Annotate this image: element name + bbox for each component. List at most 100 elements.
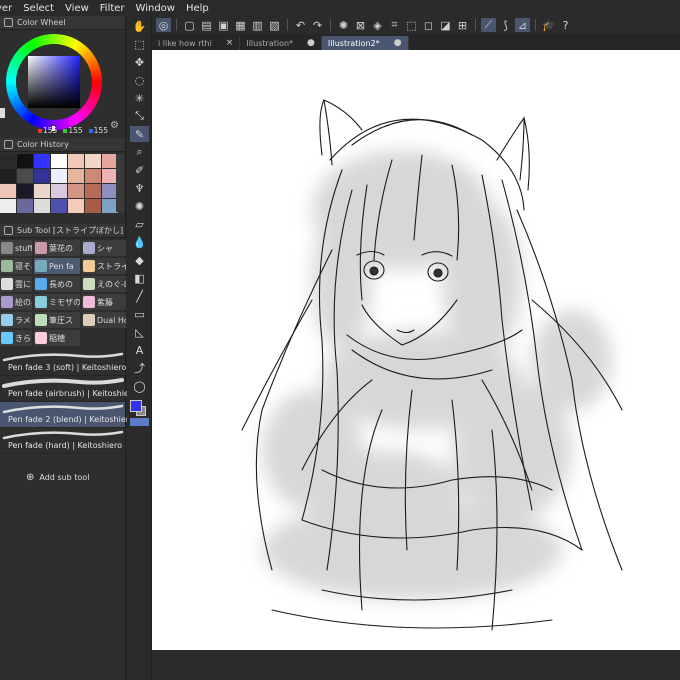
sub-tool-item[interactable]: 稲穂 bbox=[34, 330, 80, 346]
color-history-swatch[interactable] bbox=[34, 169, 50, 183]
color-history-swatch[interactable] bbox=[17, 169, 33, 183]
app-icon[interactable]: ◎ bbox=[156, 18, 171, 32]
loading-icon[interactable]: ✺ bbox=[336, 18, 351, 32]
sub-tool-item[interactable]: ラメ bbox=[0, 312, 32, 328]
unsaved-icon[interactable]: ● bbox=[394, 38, 402, 48]
lasso-icon[interactable]: ◌ bbox=[130, 72, 149, 88]
menu-help[interactable]: Help bbox=[186, 3, 220, 14]
sub-tool-item[interactable]: ストライ bbox=[82, 258, 126, 274]
brush-item[interactable]: Pen fade (hard) | Keitoshiero bbox=[0, 428, 125, 454]
decoration-icon[interactable]: ✺ bbox=[130, 198, 149, 214]
figure-icon[interactable]: ╱ bbox=[130, 288, 149, 304]
color-history-swatch[interactable] bbox=[17, 184, 33, 198]
color-history-swatch[interactable] bbox=[34, 184, 50, 198]
sub-tool-item[interactable]: 筆圧ス bbox=[34, 312, 80, 328]
menu-filter[interactable]: Filter bbox=[100, 3, 136, 14]
sub-tool-item[interactable]: 絵の具 bbox=[0, 294, 32, 310]
ruler-icon[interactable]: ◺ bbox=[130, 324, 149, 340]
color-history-swatch[interactable] bbox=[34, 199, 50, 213]
color-mode-icon[interactable] bbox=[130, 418, 149, 426]
color-settings-icon[interactable]: ⚙ bbox=[110, 120, 119, 131]
green-value[interactable]: 155 bbox=[68, 126, 82, 135]
text-icon[interactable]: A bbox=[130, 342, 149, 358]
invert-icon[interactable]: ◪ bbox=[438, 18, 453, 32]
blend-icon[interactable]: 💧 bbox=[130, 234, 149, 250]
color-history-swatch[interactable] bbox=[68, 199, 84, 213]
color-history-swatch[interactable] bbox=[0, 154, 16, 168]
move-icon[interactable]: ✥ bbox=[130, 54, 149, 70]
menu-select[interactable]: Select bbox=[23, 3, 65, 14]
learn-icon[interactable]: 🎓 bbox=[541, 18, 556, 32]
snap-ruler-icon[interactable]: ⟋ bbox=[481, 18, 496, 32]
sub-tool-item[interactable] bbox=[82, 330, 126, 346]
color-history-swatch[interactable] bbox=[68, 154, 84, 168]
sub-tool-item[interactable]: 雲にじ bbox=[0, 276, 32, 292]
red-value[interactable]: 155 bbox=[43, 126, 57, 135]
new-file-icon[interactable]: ▢ bbox=[182, 18, 197, 32]
balloon-icon[interactable]: ◯ bbox=[130, 378, 149, 394]
frame-icon[interactable]: ▭ bbox=[130, 306, 149, 322]
color-history-swatch[interactable] bbox=[85, 199, 101, 213]
tab-1[interactable]: i like how rthi × bbox=[152, 36, 241, 50]
color-history-swatch[interactable] bbox=[68, 184, 84, 198]
color-history-swatch[interactable] bbox=[17, 154, 33, 168]
pen-icon[interactable]: ✎ bbox=[130, 126, 149, 142]
sub-tool-item[interactable]: シャ bbox=[82, 240, 126, 256]
sub-tool-item[interactable]: 葉花の bbox=[34, 240, 80, 256]
correct-line-icon[interactable]: ⤴ bbox=[130, 360, 149, 376]
color-history-swatch[interactable] bbox=[51, 169, 67, 183]
sub-tool-item[interactable]: Pen fa bbox=[34, 258, 80, 274]
menu-window[interactable]: Window bbox=[136, 3, 186, 14]
color-history-swatch[interactable] bbox=[0, 199, 16, 213]
color-history-swatch[interactable] bbox=[68, 169, 84, 183]
open-folder-icon[interactable]: ▤ bbox=[199, 18, 214, 32]
brush-tool-icon[interactable]: ♆ bbox=[130, 180, 149, 196]
hand-icon[interactable]: ✋ bbox=[130, 18, 149, 34]
snap-grid-icon[interactable]: ⊿ bbox=[515, 18, 530, 32]
color-history-swatch[interactable] bbox=[85, 184, 101, 198]
sub-tool-item[interactable]: ミモザの bbox=[34, 294, 80, 310]
transform-icon[interactable]: ⊞ bbox=[455, 18, 470, 32]
sub-tool-item[interactable]: 寝そべ bbox=[0, 258, 32, 274]
color-history-swatch[interactable] bbox=[51, 199, 67, 213]
eraser-icon[interactable]: ▱ bbox=[130, 216, 149, 232]
color-history-swatch[interactable] bbox=[51, 154, 67, 168]
fill-selection-icon[interactable]: ◈ bbox=[370, 18, 385, 32]
save-icon[interactable]: ▣ bbox=[216, 18, 231, 32]
menu-view[interactable]: View bbox=[65, 3, 100, 14]
fill-icon[interactable]: ◆ bbox=[130, 252, 149, 268]
close-icon[interactable]: × bbox=[226, 38, 234, 48]
color-history-swatch[interactable] bbox=[0, 184, 16, 198]
main-color-chip[interactable] bbox=[130, 400, 142, 412]
snap-special-icon[interactable]: ⟆ bbox=[498, 18, 513, 32]
blue-value[interactable]: 155 bbox=[94, 126, 108, 135]
help-icon[interactable]: ? bbox=[558, 18, 573, 32]
color-history-swatch[interactable] bbox=[17, 199, 33, 213]
eyedropper-icon[interactable]: ⤡ bbox=[130, 108, 149, 124]
color-history-swatch[interactable] bbox=[51, 184, 67, 198]
brush-item[interactable]: Pen fade 3 (soft) | Keitoshiero bbox=[0, 350, 126, 376]
add-sub-tool-button[interactable]: ⊕ Add sub tool bbox=[0, 472, 125, 483]
zoom-icon[interactable]: ⌕ bbox=[130, 144, 149, 160]
selection-icon[interactable]: ⬚ bbox=[404, 18, 419, 32]
brush-item[interactable]: Pen fade 2 (blend) | Keitoshiero bbox=[0, 402, 134, 428]
sub-tool-item[interactable]: Dual Ho bbox=[82, 312, 126, 328]
brush-item[interactable]: Pen fade (airbrush) | Keitoshiero bbox=[0, 376, 137, 402]
color-history-swatch[interactable] bbox=[0, 169, 16, 183]
color-history-swatch[interactable] bbox=[85, 169, 101, 183]
tab-2[interactable]: Illustration* ● bbox=[240, 36, 322, 50]
undo-icon[interactable]: ↶ bbox=[293, 18, 308, 32]
clip-icon[interactable]: ▧ bbox=[267, 18, 282, 32]
sub-tool-item[interactable]: 長めの bbox=[34, 276, 80, 292]
export-icon[interactable]: ▦ bbox=[233, 18, 248, 32]
foreground-color-chip[interactable] bbox=[0, 108, 5, 118]
saturation-value-square[interactable] bbox=[28, 56, 80, 108]
color-history-scrollbar[interactable] bbox=[116, 154, 124, 212]
tab-3[interactable]: Illustration2* ● bbox=[321, 36, 409, 50]
magic-wand-icon[interactable]: ✳ bbox=[130, 90, 149, 106]
canvas[interactable] bbox=[152, 50, 680, 680]
main-sub-color[interactable] bbox=[130, 400, 146, 416]
menu-layer[interactable]: yer bbox=[0, 3, 23, 14]
sub-tool-item[interactable]: えのぐ-L bbox=[82, 276, 126, 292]
sub-tool-item[interactable]: 紫籐 bbox=[82, 294, 126, 310]
